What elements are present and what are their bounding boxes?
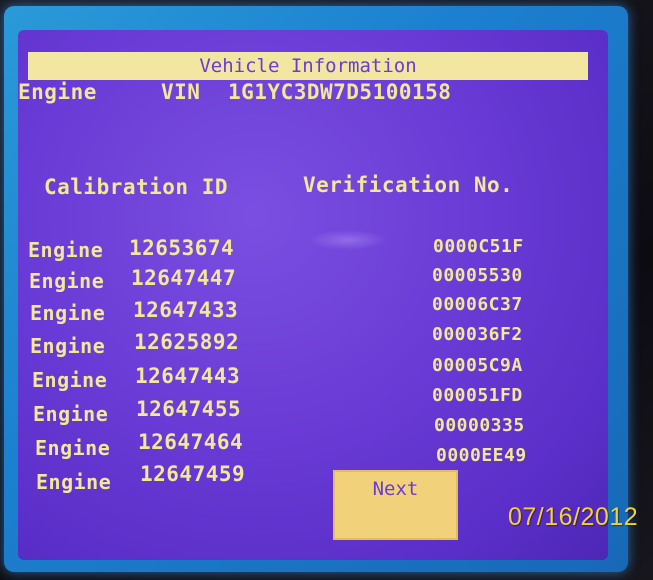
verification-no: 0000EE49 (436, 445, 527, 466)
verification-no: 000036F2 (432, 324, 523, 345)
row-label: Engine (30, 301, 106, 325)
page-title: Vehicle Information (28, 52, 588, 80)
screen-glare (308, 230, 388, 250)
row-label: Engine (30, 334, 106, 358)
verification-no: 0000C51F (433, 236, 524, 257)
vin-label: VIN (161, 80, 201, 104)
calibration-id: 12647455 (136, 397, 242, 421)
display-screen: Vehicle Information Engine VIN 1G1YC3DW7… (18, 30, 608, 560)
row-label: Engine (29, 269, 105, 293)
calibration-id: 12647447 (131, 266, 237, 290)
verification-no: 000051FD (432, 385, 523, 406)
photo-datestamp: 07/16/2012 (508, 503, 639, 531)
calibration-id: 12647443 (135, 364, 241, 388)
row-label: Engine (33, 402, 109, 426)
monitor-bezel: Vehicle Information Engine VIN 1G1YC3DW7… (4, 6, 628, 572)
calibration-id-header: Calibration ID (44, 175, 229, 199)
row-label: Engine (36, 470, 112, 494)
next-button[interactable]: Next (333, 470, 458, 540)
row-label: Engine (32, 368, 108, 392)
photo: Vehicle Information Engine VIN 1G1YC3DW7… (0, 0, 653, 580)
vin-value: 1G1YC3DW7D5100158 (228, 80, 452, 104)
row-label: Engine (28, 238, 104, 262)
calibration-id: 12625892 (134, 330, 240, 354)
verification-no: 00006C37 (432, 294, 523, 315)
calibration-id: 12647433 (133, 298, 239, 322)
verification-no-header: Verification No. (303, 173, 514, 197)
verification-no: 00000335 (434, 415, 525, 436)
verification-no: 00005C9A (432, 355, 523, 376)
row-label: Engine (35, 436, 111, 460)
calibration-id: 12647464 (138, 430, 244, 454)
calibration-id: 12647459 (140, 462, 246, 486)
engine-label: Engine (18, 80, 97, 104)
verification-no: 00005530 (432, 265, 523, 286)
calibration-id: 12653674 (129, 236, 235, 260)
